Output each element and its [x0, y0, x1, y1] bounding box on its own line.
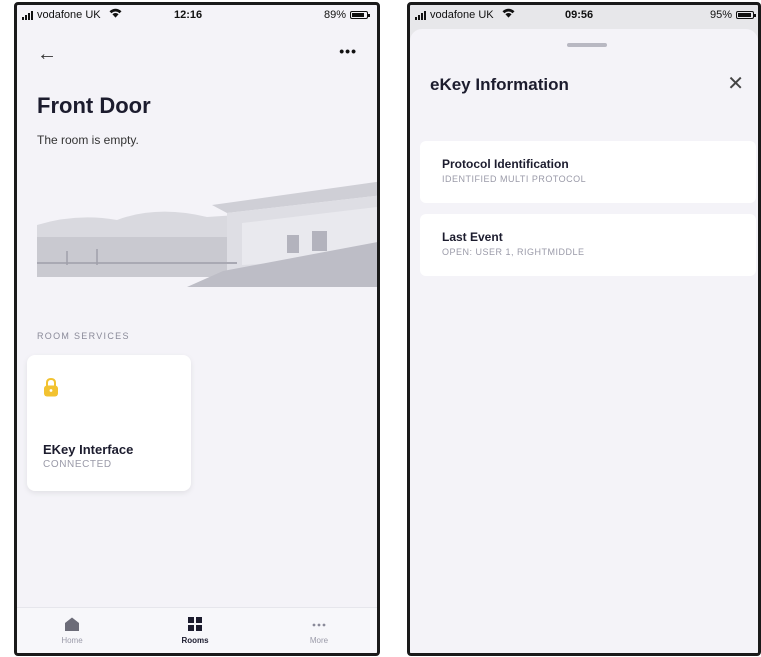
tab-label: Home — [61, 636, 83, 645]
service-title: EKey Interface — [43, 442, 134, 457]
protocol-identification-card: Protocol Identification IDENTIFIED MULTI… — [420, 141, 756, 203]
clock: 09:56 — [565, 9, 594, 21]
info-title: Protocol Identification — [442, 157, 569, 171]
battery-icon — [736, 11, 756, 19]
info-value: IDENTIFIED MULTI PROTOCOL — [442, 174, 587, 184]
carrier-label: vodafone UK — [430, 9, 494, 21]
bottom-sheet: eKey Information ✕ Protocol Identificati… — [410, 29, 758, 653]
tab-rooms[interactable]: Rooms — [155, 616, 235, 645]
close-icon[interactable]: ✕ — [727, 71, 744, 96]
lock-icon — [43, 377, 59, 397]
rooms-icon — [155, 616, 235, 632]
room-services-heading: ROOM SERVICES — [37, 331, 130, 341]
phone-screen-ekey-info: vodafone UK 09:56 95% eKey Information ✕… — [407, 2, 761, 656]
info-title: Last Event — [442, 230, 503, 244]
phone-screen-front-door: vodafone UK 12:16 89% ← ••• Front Door T… — [14, 2, 380, 656]
back-arrow-icon[interactable]: ← — [37, 43, 57, 66]
home-icon — [32, 616, 112, 632]
more-icon — [279, 616, 359, 632]
status-bar: vodafone UK 12:16 89% — [17, 5, 377, 27]
wifi-icon — [109, 8, 122, 21]
tab-label: More — [309, 636, 329, 645]
battery-percent: 89% — [324, 9, 347, 21]
more-options-icon[interactable]: ••• — [339, 43, 357, 59]
signal-icon — [22, 11, 33, 20]
wifi-icon — [502, 8, 515, 21]
battery-percent: 95% — [710, 9, 733, 21]
sheet-title: eKey Information — [430, 75, 569, 94]
page-title: Front Door — [37, 93, 151, 118]
clock: 12:16 — [174, 9, 203, 21]
tab-more[interactable]: More — [279, 616, 359, 645]
sheet-grabber-handle[interactable] — [567, 43, 607, 47]
carrier-label: vodafone UK — [37, 9, 101, 21]
room-illustration — [37, 165, 377, 287]
service-status: CONNECTED — [43, 459, 112, 470]
info-value: OPEN: USER 1, RIGHTMIDDLE — [442, 247, 585, 257]
status-bar: vodafone UK 09:56 95% — [410, 5, 758, 27]
ekey-interface-card[interactable]: EKey Interface CONNECTED — [27, 355, 191, 491]
last-event-card: Last Event OPEN: USER 1, RIGHTMIDDLE — [420, 214, 756, 276]
tab-bar: Home Rooms More — [17, 607, 377, 653]
tab-label: Rooms — [181, 636, 209, 645]
battery-icon — [350, 11, 370, 19]
signal-icon — [415, 11, 426, 20]
room-status-text: The room is empty. — [37, 133, 139, 147]
tab-home[interactable]: Home — [32, 616, 112, 645]
